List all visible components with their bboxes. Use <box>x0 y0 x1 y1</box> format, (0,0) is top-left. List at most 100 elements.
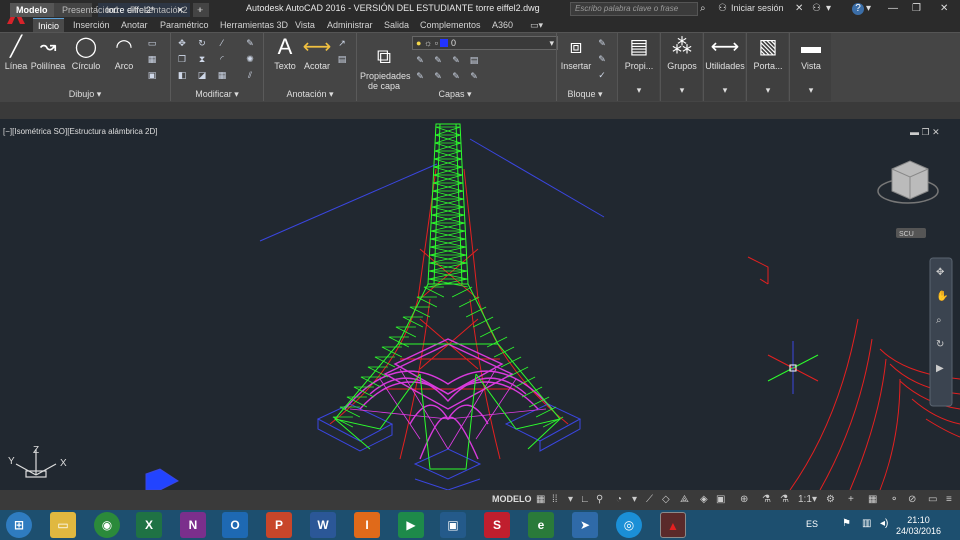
layer-tool-4-icon[interactable]: ▤ <box>468 55 480 65</box>
rectangle-icon[interactable]: ▭ <box>146 38 158 48</box>
layer-tool-5-icon[interactable]: ✎ <box>414 71 426 81</box>
drawing-viewport[interactable]: Z Y X SCU ✥ ✋ ⌕ ↻ ▶ <box>0 119 960 490</box>
system-clock[interactable]: 21:10 24/03/2016 <box>896 515 941 537</box>
tab-administrar[interactable]: Administrar <box>327 18 373 32</box>
add-layout-button[interactable]: + <box>192 3 209 17</box>
rotate-icon[interactable]: ↻ <box>196 38 208 48</box>
tab-insercion[interactable]: Inserción <box>73 18 110 32</box>
grid-icon[interactable]: ▦ <box>536 494 545 506</box>
transparency-icon[interactable]: ◈ <box>700 494 708 506</box>
panel-capas-label[interactable]: Capas ▾ <box>357 88 553 101</box>
volume-icon[interactable]: ◂) <box>880 518 888 529</box>
close-icon[interactable]: ✕ <box>940 3 948 15</box>
inventor-icon[interactable]: I <box>354 512 380 538</box>
chrome-icon[interactable]: ◉ <box>94 512 120 538</box>
move-icon[interactable]: ✥ <box>176 38 188 48</box>
hatch-icon[interactable]: ▦ <box>146 54 158 64</box>
notification-flag-icon[interactable]: ⚑ <box>842 518 851 529</box>
tab-presentacion2[interactable]: Presentación2 <box>124 3 194 17</box>
navigation-bar[interactable] <box>929 257 953 407</box>
insertar-button[interactable]: ⧈ Insertar <box>560 36 592 71</box>
layer-dropdown[interactable]: ● ☼ ▫ 0 ▾ <box>412 36 558 50</box>
tab-modelo[interactable]: Modelo <box>10 3 54 17</box>
edit-block-icon[interactable]: ✎ <box>596 54 608 64</box>
network-icon[interactable]: ▥ <box>862 518 871 529</box>
tab-salida[interactable]: Salida <box>384 18 409 32</box>
layer-tool-7-icon[interactable]: ✎ <box>450 71 462 81</box>
snap-icon[interactable]: ⁞⁞ <box>552 494 558 506</box>
region-icon[interactable]: ▣ <box>146 70 158 80</box>
stretch-icon[interactable]: ◧ <box>176 70 188 80</box>
search-input[interactable]: Escribo palabra clave o frase <box>570 2 698 16</box>
showmotion-icon[interactable]: ▶ <box>936 363 944 374</box>
block-attribute-icon[interactable]: ✓ <box>596 70 608 80</box>
propiedades-panel-button[interactable]: ▤ Propi... ▾ <box>618 36 660 96</box>
annotation-icon[interactable]: ⊕ <box>740 494 748 506</box>
table-icon[interactable]: ▤ <box>336 54 348 64</box>
isolate-icon[interactable]: ⚬ <box>890 494 898 506</box>
outlook-icon[interactable]: O <box>222 512 248 538</box>
create-block-icon[interactable]: ✎ <box>596 38 608 48</box>
user-icon[interactable]: ⚇ <box>718 3 727 15</box>
utilidades-panel-button[interactable]: ⟷ Utilidades ▾ <box>704 36 746 96</box>
customization-icon[interactable]: ≡ <box>946 494 952 506</box>
layer-tool-2-icon[interactable]: ✎ <box>432 55 444 65</box>
acotar-button[interactable]: ⟷ Acotar <box>302 36 332 71</box>
panel-modificar-label[interactable]: Modificar ▾ <box>171 88 263 101</box>
annotation-visibility-icon[interactable]: ⚗ <box>762 494 771 506</box>
object-snap-tracking-icon[interactable]: ⟋ <box>646 494 653 506</box>
scale-dropdown-icon[interactable]: ▾ <box>812 494 817 506</box>
file-explorer-icon[interactable]: ▭ <box>50 512 76 538</box>
trim-icon[interactable]: ⁄ <box>216 38 228 48</box>
texto-button[interactable]: A Texto <box>270 36 300 72</box>
layer-tool-8-icon[interactable]: ✎ <box>468 71 480 81</box>
help-dropdown-icon[interactable]: ▾ <box>866 3 871 15</box>
grupos-panel-button[interactable]: ⁂ Grupos ▾ <box>661 36 703 96</box>
edrawings-icon[interactable]: e <box>528 512 554 538</box>
leader-icon[interactable]: ↗ <box>336 38 348 48</box>
autoscale-icon[interactable]: ⚗ <box>780 494 789 506</box>
tab-a360[interactable]: A360 <box>492 18 513 32</box>
powerpoint-icon[interactable]: P <box>266 512 292 538</box>
language-indicator[interactable]: ES <box>806 519 818 529</box>
a360-icon[interactable]: ⚇ <box>812 3 821 15</box>
arco-button[interactable]: ◠ Arco <box>110 36 138 71</box>
arrow-app-icon[interactable]: ➤ <box>572 512 598 538</box>
minimize-icon[interactable]: — <box>888 3 898 15</box>
tab-vista[interactable]: Vista <box>295 18 315 32</box>
eiffel-tower-drawing[interactable]: Z Y X SCU ✥ ✋ ⌕ ↻ ▶ <box>0 119 960 490</box>
solidworks-icon[interactable]: S <box>484 512 510 538</box>
word-icon[interactable]: W <box>310 512 336 538</box>
annotation-scale[interactable]: 1:1 <box>798 494 812 506</box>
hardware-acceleration-icon[interactable]: ⊘ <box>908 494 916 506</box>
project-icon[interactable]: ▶ <box>398 512 424 538</box>
tab-herramientas-3d[interactable]: Herramientas 3D <box>220 18 288 32</box>
polilinea-button[interactable]: ↝ Polilínea <box>30 36 66 71</box>
tab-parametrico[interactable]: Paramétrico <box>160 18 209 32</box>
layer-tool-3-icon[interactable]: ✎ <box>450 55 462 65</box>
model-space-button[interactable]: MODELO <box>492 494 532 504</box>
clean-screen-icon[interactable]: ▭ <box>928 494 937 506</box>
viewport-controls[interactable]: ▬ ❐ ✕ <box>910 127 940 138</box>
onenote-icon[interactable]: N <box>180 512 206 538</box>
panel-bloque-label[interactable]: Bloque ▾ <box>557 88 613 101</box>
exchange-icon[interactable]: ✕ <box>795 3 803 15</box>
linea-button[interactable]: ╱ Línea <box>4 36 28 71</box>
ribbon-options-icon[interactable]: ▭▾ <box>530 18 543 32</box>
zoom-icon[interactable]: ⌕ <box>936 315 942 326</box>
viewcube[interactable] <box>877 160 939 204</box>
polar-icon[interactable]: ⚲ <box>596 494 603 506</box>
app-3d-icon[interactable]: ▣ <box>440 512 466 538</box>
propiedades-capa-button[interactable]: ⧉ Propiedades de capa <box>360 36 411 91</box>
steering-wheel-icon[interactable]: ✥ <box>936 267 944 278</box>
osnap-icon[interactable]: ◇ <box>662 494 670 506</box>
panel-anotacion-label[interactable]: Anotación ▾ <box>264 88 356 101</box>
excel-icon[interactable]: X <box>136 512 162 538</box>
autocad-taskbar-icon[interactable]: ▲ <box>660 512 686 538</box>
tab-inicio[interactable]: Inicio <box>33 18 65 32</box>
orbit-icon[interactable]: ↻ <box>936 339 944 350</box>
signin-button[interactable]: Iniciar sesión <box>731 3 784 13</box>
explode-icon[interactable]: ✺ <box>244 54 256 64</box>
tab-presentacion1[interactable]: Presentación1 <box>56 3 126 17</box>
mirror-icon[interactable]: ⧗ <box>196 54 208 64</box>
